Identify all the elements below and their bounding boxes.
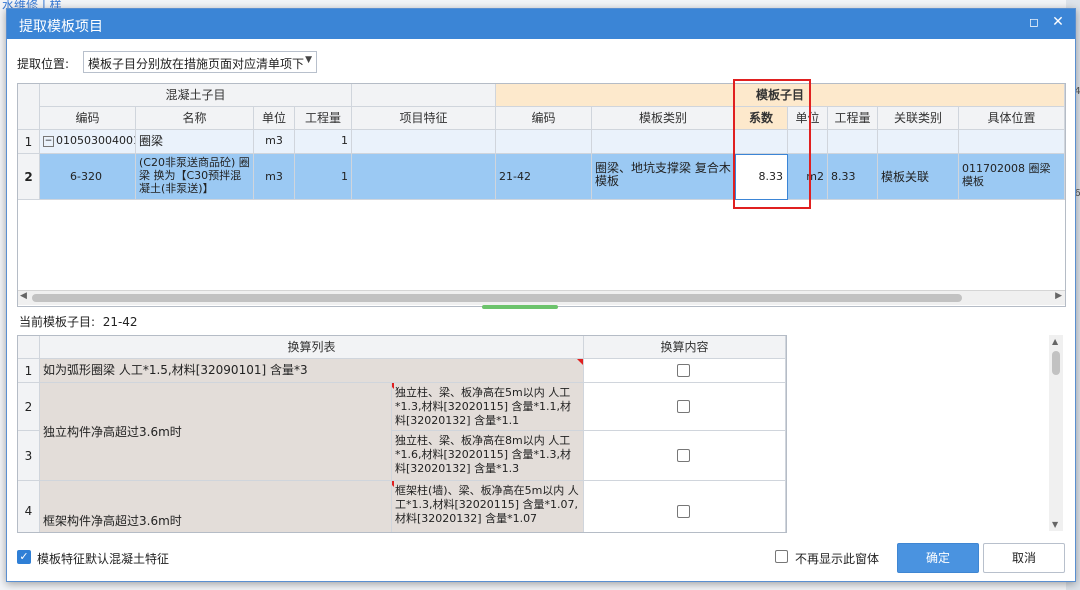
table-cell-formwork-code[interactable] [496,130,592,154]
location-value: 模板子目分别放在措施页面对应清单项下 [88,57,305,71]
conversion-text: 如为弧形圈梁 人工*1.5,材料[32090101] 含量*3 [43,363,308,377]
conversion-item: 框架柱(墙)、梁、板净高在5m以内 人工*1.3,材料[32020115] 含量… [392,481,584,532]
table-cell-formwork-quantity[interactable]: 8.33 [828,154,878,200]
conversion-text: 框架柱(墙)、梁、板净高在5m以内 人工*1.3,材料[32020115] 含量… [395,484,579,525]
column-header-name[interactable]: 名称 [136,107,254,130]
location-select[interactable]: 模板子目分别放在措施页面对应清单项下 ▼ [83,51,317,73]
column-header-formwork-category[interactable]: 模板类别 [592,107,735,130]
current-item-label: 当前模板子目: 21-42 [19,313,138,330]
scrollbar-thumb[interactable] [1052,351,1060,375]
location-label: 提取位置: [17,57,70,71]
row-number: 2 [18,383,40,431]
comment-marker [392,481,394,487]
table-cell-unit[interactable]: m3 [254,154,295,200]
table-cell-link-type[interactable]: 模板关联 [878,154,959,200]
scroll-right-icon[interactable]: ▶ [1055,291,1062,301]
table-cell-name[interactable]: 圈梁 [136,130,254,154]
chevron-down-icon[interactable]: ▼ [305,55,312,65]
conversion-checkbox[interactable] [677,364,690,377]
row-number: 2 [18,154,40,200]
maximize-icon[interactable]: ◻ [1027,15,1041,31]
conversion-item: 独立柱、梁、板净高在5m以内 人工*1.3,材料[32020115] 含量*1.… [392,383,584,431]
column-header-quantity[interactable]: 工程量 [295,107,352,130]
column-header-feature[interactable]: 项目特征 [352,107,496,130]
cancel-button[interactable]: 取消 [983,543,1065,573]
conversion-item: 独立柱、梁、板净高在8m以内 人工*1.6,材料[32020115] 含量*1.… [392,431,584,481]
no-show-label: 不再显示此窗体 [795,552,880,566]
table-cell-quantity[interactable]: 1 [295,154,352,200]
default-feature-checkbox[interactable]: ✓ [17,550,31,564]
grid-splitter[interactable] [482,305,558,309]
conversion-grid: 换算列表 换算内容 1 如为弧形圈梁 人工*1.5,材料[32090101] 含… [17,335,787,533]
group-header-concrete: 混凝土子目 [40,84,352,107]
row-number: 4 [18,481,40,532]
table-cell-feature[interactable] [352,130,496,154]
table-cell-link-type[interactable] [878,130,959,154]
dialog-title: 提取模板项目 [19,19,103,35]
table-cell-formwork-category[interactable]: 圈梁、地坑支撑梁 复合木模板 [592,154,735,200]
ok-button[interactable]: 确定 [897,543,979,573]
column-header-formwork-code[interactable]: 编码 [496,107,592,130]
close-icon[interactable]: ✕ [1051,14,1065,30]
table-cell-text: 010503004001 [56,134,136,147]
current-item-value: 21-42 [102,315,138,329]
row-number: 3 [18,431,40,481]
comment-marker [577,359,583,365]
table-cell-name[interactable]: (C20非泵送商品砼) 圈梁 换为【C30预拌混凝土(非泵送)】 [136,154,254,200]
group-header-blank [352,84,496,107]
table-cell-code[interactable]: −010503004001 [40,130,136,154]
corner-cell [18,336,40,359]
corner-cell [18,84,40,130]
conversion-content-cell[interactable] [584,481,786,532]
conversion-checkbox[interactable] [677,505,690,518]
table-cell-quantity[interactable]: 1 [295,130,352,154]
row-number: 1 [18,130,40,154]
table-cell-position[interactable] [959,130,1065,154]
scroll-up-icon[interactable]: ▲ [1052,337,1058,346]
row-number: 1 [18,359,40,383]
conversion-text: 独立柱、梁、板净高在8m以内 人工*1.6,材料[32020115] 含量*1.… [395,434,572,475]
extract-template-dialog: 提取模板项目 ◻ ✕ 提取位置: 模板子目分别放在措施页面对应清单项下 ▼ 混凝… [6,8,1076,582]
column-header-link-type[interactable]: 关联类别 [878,107,959,130]
default-feature-label: 模板特征默认混凝土特征 [37,552,170,566]
conversion-group: 独立构件净高超过3.6m时 [40,383,392,481]
column-header-unit[interactable]: 单位 [254,107,295,130]
conversion-item: 如为弧形圈梁 人工*1.5,材料[32090101] 含量*3 [40,359,584,383]
table-cell-code[interactable]: 6-320 [40,154,136,200]
conversion-content-cell[interactable] [584,431,786,481]
column-header-conversion-content[interactable]: 换算内容 [584,336,786,359]
collapse-icon[interactable]: − [43,135,54,147]
column-header-code[interactable]: 编码 [40,107,136,130]
scroll-left-icon[interactable]: ◀ [20,291,27,301]
table-cell-formwork-quantity[interactable] [828,130,878,154]
column-header-conversion-list[interactable]: 换算列表 [40,336,584,359]
scrollbar-thumb[interactable] [32,294,962,302]
table-cell-unit[interactable]: m3 [254,130,295,154]
upper-grid: 混凝土子目 模板子目 编码 名称 单位 工程量 项目特征 编码 模板类别 系数 … [17,83,1066,307]
highlight-box [733,79,811,209]
conversion-group: 框架构件净高超过3.6m时 [40,481,392,532]
conversion-content-cell[interactable] [584,383,786,431]
dialog-title-bar[interactable]: 提取模板项目 ◻ ✕ [7,9,1075,39]
conversion-content-cell[interactable] [584,359,786,383]
table-cell-formwork-category[interactable] [592,130,735,154]
no-show-checkbox[interactable] [775,550,788,563]
comment-marker [392,383,394,389]
table-cell-feature[interactable] [352,154,496,200]
current-item-caption: 当前模板子目: [19,315,96,329]
conversion-checkbox[interactable] [677,400,690,413]
table-cell-formwork-code[interactable]: 21-42 [496,154,592,200]
column-header-formwork-quantity[interactable]: 工程量 [828,107,878,130]
table-cell-position[interactable]: 011702008 圈梁 模板 [959,154,1065,200]
conversion-checkbox[interactable] [677,449,690,462]
column-header-position[interactable]: 具体位置 [959,107,1065,130]
vertical-scrollbar[interactable]: ▲ ▼ [1049,335,1063,531]
horizontal-scrollbar[interactable]: ◀ ▶ [18,290,1065,305]
conversion-text: 独立柱、梁、板净高在5m以内 人工*1.3,材料[32020115] 含量*1.… [395,386,572,427]
scroll-down-icon[interactable]: ▼ [1052,520,1058,529]
